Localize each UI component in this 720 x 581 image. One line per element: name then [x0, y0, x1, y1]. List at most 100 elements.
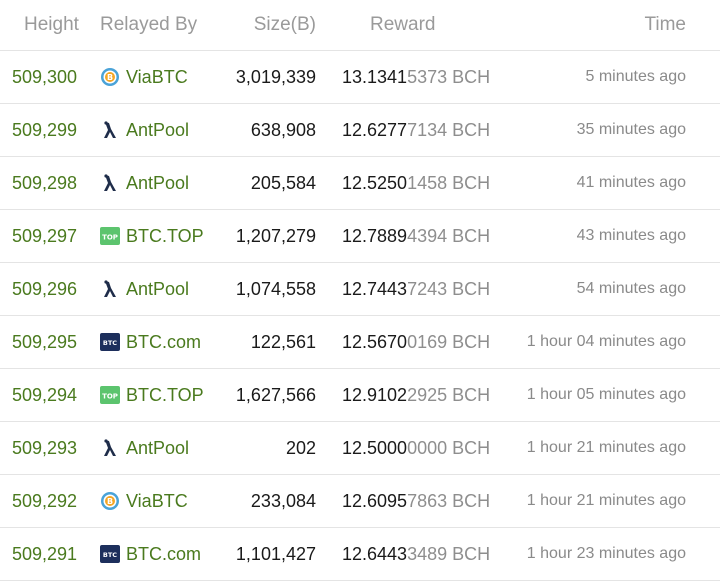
reward-rest: 0169 BCH — [407, 331, 491, 352]
block-size: 3,019,339 — [235, 66, 316, 87]
antpool-icon — [100, 279, 120, 299]
block-size: 202 — [285, 437, 316, 458]
reward-rest: 7243 BCH — [407, 278, 491, 299]
block-time: 35 minutes ago — [576, 121, 686, 138]
viabtc-icon: B — [100, 491, 120, 511]
reward-main: 13.1341 — [342, 66, 408, 87]
block-reward: 12.78894394 BCH — [316, 226, 506, 247]
table-row: 509,291 BTC BTC.com 1,101,427 12.6443348… — [0, 528, 720, 581]
viabtc-icon: B — [100, 67, 120, 87]
block-height-link[interactable]: 509,300 — [12, 67, 77, 87]
block-time: 41 minutes ago — [576, 174, 686, 191]
btctop-icon: TOP — [100, 226, 120, 246]
reward-main: 12.5250 — [342, 172, 408, 193]
reward-rest: 3489 BCH — [407, 543, 491, 564]
reward-main: 12.6095 — [342, 490, 408, 511]
table-header: Height Relayed By Size(B) Reward Time — [0, 0, 720, 51]
block-time: 1 hour 21 minutes ago — [526, 492, 686, 509]
block-time: 43 minutes ago — [576, 227, 686, 244]
block-time: 1 hour 23 minutes ago — [526, 545, 686, 562]
block-height-link[interactable]: 509,294 — [12, 385, 77, 405]
reward-main: 12.9102 — [342, 384, 408, 405]
block-reward: 12.50000000 BCH — [316, 438, 506, 459]
reward-rest: 0000 BCH — [407, 437, 491, 458]
block-reward: 12.60957863 BCH — [316, 491, 506, 512]
block-size: 1,101,427 — [235, 543, 316, 564]
table-row: 509,294 TOP BTC.TOP 1,627,566 12.9102292… — [0, 369, 720, 422]
antpool-icon — [100, 173, 120, 193]
reward-main: 12.6277 — [342, 119, 408, 140]
block-height-link[interactable]: 509,299 — [12, 120, 77, 140]
block-size: 233,084 — [250, 490, 316, 511]
svg-text:B: B — [107, 73, 113, 82]
block-time: 1 hour 04 minutes ago — [526, 333, 686, 350]
block-height-link[interactable]: 509,295 — [12, 332, 77, 352]
btccom-icon: BTC — [100, 544, 120, 564]
block-size: 1,627,566 — [235, 384, 316, 405]
btccom-icon: BTC — [100, 332, 120, 352]
reward-main: 12.5000 — [342, 437, 408, 458]
pool-link[interactable]: AntPool — [126, 173, 189, 194]
table-row: 509,295 BTC BTC.com 122,561 12.56700169 … — [0, 316, 720, 369]
block-time: 1 hour 21 minutes ago — [526, 439, 686, 456]
block-reward: 12.74437243 BCH — [316, 279, 506, 300]
block-height-link[interactable]: 509,297 — [12, 226, 77, 246]
block-reward: 12.64433489 BCH — [316, 544, 506, 565]
svg-text:TOP: TOP — [102, 393, 118, 401]
block-size: 638,908 — [250, 119, 316, 140]
block-reward: 12.91022925 BCH — [316, 385, 506, 406]
block-time: 5 minutes ago — [585, 68, 686, 85]
pool-link[interactable]: AntPool — [126, 438, 189, 459]
block-size: 122,561 — [250, 331, 316, 352]
block-height-link[interactable]: 509,296 — [12, 279, 77, 299]
reward-rest: 5373 BCH — [407, 66, 491, 87]
reward-rest: 7863 BCH — [407, 490, 491, 511]
header-time[interactable]: Time — [506, 14, 720, 36]
block-time: 1 hour 05 minutes ago — [526, 386, 686, 403]
block-size: 1,074,558 — [235, 278, 316, 299]
antpool-icon — [100, 438, 120, 458]
reward-rest: 1458 BCH — [407, 172, 491, 193]
pool-link[interactable]: BTC.com — [126, 332, 201, 353]
pool-link[interactable]: BTC.com — [126, 544, 201, 565]
block-size: 205,584 — [250, 172, 316, 193]
table-row: 509,293 AntPool 202 12.50000000 BCH 1 ho… — [0, 422, 720, 475]
block-size: 1,207,279 — [235, 225, 316, 246]
reward-main: 12.7889 — [342, 225, 408, 246]
svg-text:B: B — [107, 497, 113, 506]
pool-link[interactable]: AntPool — [126, 120, 189, 141]
table-row: 509,292 B ViaBTC 233,084 12.60957863 BCH… — [0, 475, 720, 528]
pool-link[interactable]: BTC.TOP — [126, 385, 204, 406]
pool-link[interactable]: AntPool — [126, 279, 189, 300]
table-row: 509,297 TOP BTC.TOP 1,207,279 12.7889439… — [0, 210, 720, 263]
reward-rest: 7134 BCH — [407, 119, 491, 140]
pool-link[interactable]: BTC.TOP — [126, 226, 204, 247]
header-size[interactable]: Size(B) — [232, 14, 316, 36]
header-height[interactable]: Height — [0, 14, 92, 36]
table-body: 509,300 B ViaBTC 3,019,339 13.13415373 B… — [0, 51, 720, 581]
btctop-icon: TOP — [100, 385, 120, 405]
block-time: 54 minutes ago — [576, 280, 686, 297]
block-reward: 12.56700169 BCH — [316, 332, 506, 353]
table-row: 509,299 AntPool 638,908 12.62777134 BCH … — [0, 104, 720, 157]
svg-text:BTC: BTC — [103, 339, 117, 347]
reward-main: 12.7443 — [342, 278, 408, 299]
pool-link[interactable]: ViaBTC — [126, 491, 188, 512]
block-height-link[interactable]: 509,298 — [12, 173, 77, 193]
table-row: 509,300 B ViaBTC 3,019,339 13.13415373 B… — [0, 51, 720, 104]
block-reward: 12.62777134 BCH — [316, 120, 506, 141]
block-height-link[interactable]: 509,293 — [12, 438, 77, 458]
pool-link[interactable]: ViaBTC — [126, 67, 188, 88]
block-height-link[interactable]: 509,292 — [12, 491, 77, 511]
reward-rest: 4394 BCH — [407, 225, 491, 246]
header-relayed-by[interactable]: Relayed By — [92, 14, 232, 36]
svg-text:TOP: TOP — [102, 234, 118, 242]
table-row: 509,296 AntPool 1,074,558 12.74437243 BC… — [0, 263, 720, 316]
block-reward: 13.13415373 BCH — [316, 67, 506, 88]
block-height-link[interactable]: 509,291 — [12, 544, 77, 564]
blocks-table: Height Relayed By Size(B) Reward Time 50… — [0, 0, 720, 581]
reward-rest: 2925 BCH — [407, 384, 491, 405]
reward-main: 12.6443 — [342, 543, 408, 564]
header-reward[interactable]: Reward — [316, 14, 506, 36]
antpool-icon — [100, 120, 120, 140]
